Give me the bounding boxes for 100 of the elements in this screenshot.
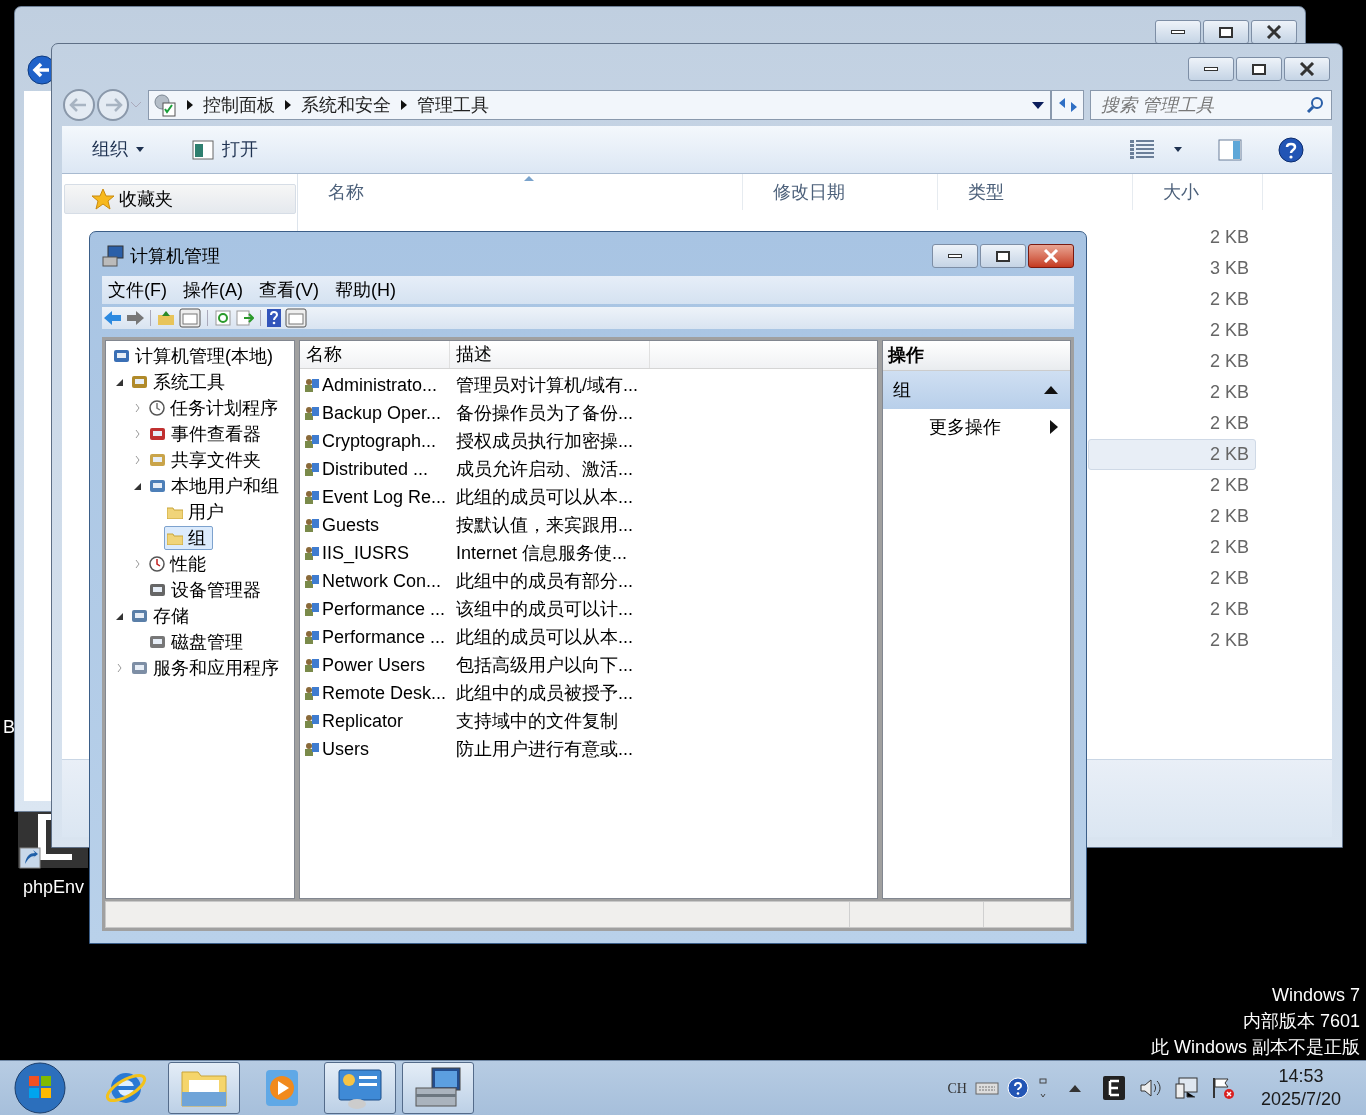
folder-up-icon[interactable] [157,310,175,326]
expanded-arrow-icon[interactable] [133,482,141,490]
group-name[interactable]: Cryptograph... [300,427,450,455]
file-row[interactable]: 2 KB [1088,470,1256,501]
tree-item[interactable]: 组 [164,526,213,550]
breadcrumb-item[interactable]: 系统和安全 [301,91,391,119]
actions-section-header[interactable]: 组 [883,371,1070,409]
group-name[interactable]: Distributed ... [300,455,450,483]
maximize-button[interactable] [1203,20,1249,44]
group-name[interactable]: Power Users [300,651,450,679]
group-name[interactable]: Event Log Re... [300,483,450,511]
refresh-icon[interactable] [214,310,232,326]
menu-item[interactable]: 文件(F) [108,276,167,304]
file-row[interactable]: 2 KB [1088,532,1256,563]
clock[interactable]: 14:53 2025/7/20 [1260,1065,1341,1111]
file-row[interactable]: 2 KB [1088,222,1256,253]
volume-icon[interactable] [1138,1077,1163,1099]
chevron-right-icon[interactable] [401,100,407,110]
file-row[interactable]: 2 KB [1088,315,1256,346]
column-header[interactable]: 大小 [1133,174,1263,210]
close-button[interactable] [1251,20,1297,44]
group-name[interactable]: Guests [300,511,450,539]
file-row[interactable]: 2 KB [1088,408,1256,439]
group-name[interactable]: Replicator [300,707,450,735]
file-row[interactable]: 2 KB [1088,346,1256,377]
tree-item[interactable]: 磁盘管理 [146,630,250,654]
tree-item[interactable]: 任务计划程序 [146,396,285,420]
tree-item[interactable]: 事件查看器 [146,422,268,446]
taskbar-button[interactable] [402,1062,474,1114]
group-name[interactable]: Users [300,735,450,763]
file-row[interactable]: 2 KB [1088,625,1256,656]
refresh-button[interactable] [1051,90,1084,120]
tree-item[interactable]: 性能 [146,552,213,576]
group-name[interactable]: Performance ... [300,623,450,651]
taskbar-button[interactable] [168,1062,240,1114]
minimize-button[interactable] [1155,20,1201,44]
file-row[interactable]: 2 KB [1088,501,1256,532]
group-name[interactable]: Performance ... [300,595,450,623]
preview-pane-icon[interactable] [1218,138,1242,161]
tree-item[interactable]: 共享文件夹 [146,448,268,472]
forward-arrow-icon[interactable] [126,311,144,325]
help-icon[interactable] [267,309,281,327]
column-header[interactable]: 名称 [298,174,743,210]
column-header[interactable]: 类型 [938,174,1133,210]
action-pane-icon[interactable] [285,308,307,328]
column-header[interactable]: 名称 [300,341,450,368]
tree-item[interactable]: 服务和应用程序 [128,656,286,680]
show-hidden-icons-icon[interactable] [1068,1084,1081,1092]
dropdown-arrow-icon[interactable] [1032,101,1044,109]
file-row[interactable]: 2 KB [1088,594,1256,625]
menu-item[interactable]: 帮助(H) [335,276,396,304]
action-item[interactable]: 更多操作 [883,409,1070,445]
action-center-flag-icon[interactable] [1210,1076,1235,1100]
help-icon[interactable] [1278,136,1304,163]
column-header[interactable]: 修改日期 [743,174,938,210]
app-tray-icon[interactable] [1102,1076,1125,1100]
file-row[interactable]: 2 KB [1088,439,1256,470]
back-arrow-icon[interactable] [27,55,51,85]
window-switch-icon[interactable] [1038,1077,1047,1099]
tree-item[interactable]: 系统工具 [128,370,232,394]
network-icon[interactable] [1174,1076,1199,1100]
file-row[interactable]: 3 KB [1088,253,1256,284]
collapse-arrow-icon[interactable] [1044,386,1058,394]
breadcrumb-item[interactable]: 管理工具 [417,91,489,119]
dropdown-arrow-icon[interactable] [1174,147,1182,152]
language-indicator[interactable]: CH [947,1077,967,1099]
organize-menu-button[interactable]: 组织 [90,136,146,163]
chevron-right-icon[interactable] [285,100,291,110]
tree-item[interactable]: 计算机管理(本地) [110,344,280,368]
menu-item[interactable]: 操作(A) [183,276,243,304]
close-button[interactable] [1028,244,1074,268]
view-options-icon[interactable] [1130,139,1154,160]
group-name[interactable]: Remote Desk... [300,679,450,707]
group-name[interactable]: IIS_IUSRS [300,539,450,567]
search-field[interactable]: 搜索 管理工具 [1090,90,1332,120]
close-button[interactable] [1284,57,1330,81]
file-row[interactable]: 2 KB [1088,563,1256,594]
file-row[interactable]: 2 KB [1088,284,1256,315]
file-row[interactable]: 2 KB [1088,377,1256,408]
maximize-button[interactable] [1236,57,1282,81]
minimize-button[interactable] [1188,57,1234,81]
tree-item[interactable]: 存储 [128,604,196,628]
group-name[interactable]: Network Con... [300,567,450,595]
console-tree-icon[interactable] [179,308,201,328]
tree-item[interactable]: 用户 [164,500,231,524]
address-bar[interactable]: 控制面板 系统和安全 管理工具 [148,90,1051,120]
tree-item[interactable]: 本地用户和组 [146,474,286,498]
favorites-header[interactable]: 收藏夹 [64,184,296,214]
group-name[interactable]: Administrato... [300,371,450,399]
menu-item[interactable]: 查看(V) [259,276,319,304]
maximize-button[interactable] [980,244,1026,268]
column-header[interactable]: 描述 [450,341,650,368]
export-icon[interactable] [236,310,254,326]
breadcrumb-item[interactable]: 控制面板 [203,91,275,119]
taskbar-button[interactable] [324,1062,396,1114]
chevron-right-icon[interactable] [187,100,193,110]
search-icon[interactable] [1306,96,1324,114]
tree-item[interactable]: 设备管理器 [146,578,268,602]
start-button[interactable] [14,1062,66,1114]
open-button[interactable]: 打开 [190,136,260,163]
